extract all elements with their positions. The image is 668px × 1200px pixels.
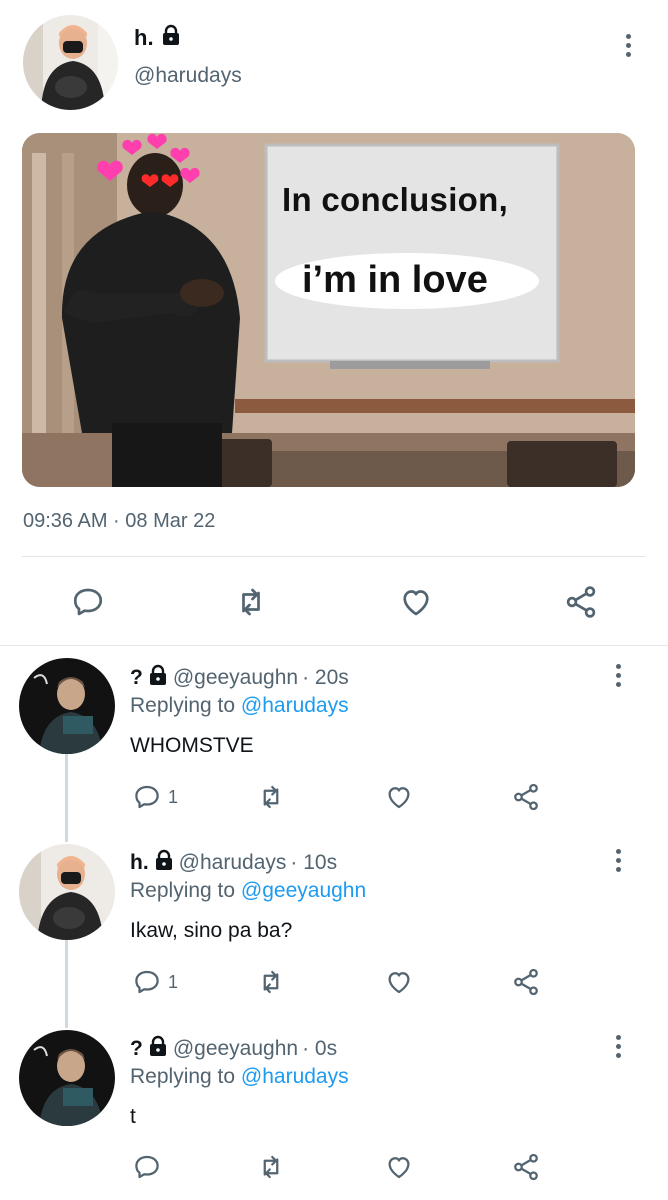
reply-avatar[interactable]	[19, 1030, 115, 1126]
share-button[interactable]	[510, 782, 542, 812]
like-icon	[398, 584, 434, 620]
like-icon	[384, 782, 414, 812]
like-button[interactable]	[398, 584, 434, 620]
reply-button[interactable]: 1	[132, 782, 178, 812]
share-icon	[510, 967, 542, 997]
lock-icon	[147, 664, 169, 692]
lock-icon	[153, 849, 175, 877]
retweet-button[interactable]	[255, 967, 287, 997]
more-options-icon[interactable]	[608, 1035, 628, 1058]
reply-header[interactable]: ? @geeyaughn · 0s	[130, 1035, 337, 1063]
replying-to-link[interactable]: @harudays	[241, 1065, 349, 1088]
reply-age: · 10s	[290, 851, 338, 874]
share-icon	[510, 1152, 542, 1182]
retweet-button[interactable]	[255, 1152, 287, 1182]
author-name[interactable]: h.	[134, 24, 182, 52]
like-button[interactable]	[384, 967, 414, 997]
author-avatar[interactable]	[23, 15, 118, 110]
reply-author-handle[interactable]: @harudays	[179, 851, 287, 875]
reply-text: t	[130, 1105, 136, 1128]
retweet-icon	[255, 782, 287, 812]
reply-count: 1	[168, 971, 179, 992]
retweet-button[interactable]	[255, 782, 287, 812]
reply-text: Ikaw, sino pa ba?	[130, 919, 293, 942]
reply-header[interactable]: h. @harudays · 10s	[130, 849, 337, 877]
meme-caption-line1: In conclusion,	[282, 181, 509, 218]
author-name-text[interactable]: h.	[134, 25, 154, 51]
retweet-button[interactable]	[232, 584, 270, 620]
reply-author-name[interactable]: ?	[130, 666, 143, 690]
reply-button[interactable]	[132, 1152, 168, 1182]
like-button[interactable]	[384, 1152, 414, 1182]
tweet-image[interactable]: In conclusion, i’m in love	[22, 133, 635, 487]
reply-author-name[interactable]: ?	[130, 1037, 143, 1061]
like-icon	[384, 1152, 414, 1182]
like-icon	[384, 967, 414, 997]
thread-connector	[65, 938, 68, 1028]
thread-connector	[65, 752, 68, 842]
lock-icon	[160, 24, 182, 52]
reply-author-handle[interactable]: @geeyaughn	[173, 666, 298, 690]
like-button[interactable]	[384, 782, 414, 812]
retweet-icon	[255, 1152, 287, 1182]
reply-avatar[interactable]	[19, 658, 115, 754]
lock-icon	[147, 1035, 169, 1063]
replying-to-link[interactable]: @geeyaughn	[241, 879, 366, 902]
reply-age: · 0s	[302, 1037, 338, 1060]
divider	[22, 556, 646, 557]
more-options-icon[interactable]	[618, 34, 638, 57]
reply-icon	[132, 1152, 162, 1182]
retweet-icon	[255, 967, 287, 997]
more-options-icon[interactable]	[608, 849, 628, 872]
reply-icon	[132, 782, 162, 812]
share-button[interactable]	[510, 967, 542, 997]
reply-button[interactable]: 1	[132, 967, 178, 997]
reply-text: WHOMSTVE	[130, 734, 254, 757]
meme-caption-line2: i’m in love	[302, 259, 488, 301]
reply-age: · 20s	[302, 666, 349, 689]
reply-author-name[interactable]: h.	[130, 851, 149, 875]
reply-author-handle[interactable]: @geeyaughn	[173, 1037, 298, 1061]
share-icon	[510, 782, 542, 812]
more-options-icon[interactable]	[608, 664, 628, 687]
share-button[interactable]	[562, 584, 600, 620]
divider	[0, 645, 668, 646]
replying-label: Replying to	[130, 694, 236, 717]
share-icon	[562, 584, 600, 620]
replying-label: Replying to	[130, 879, 236, 902]
replying-to: Replying to @harudays	[130, 1065, 349, 1089]
author-handle[interactable]: @harudays	[134, 64, 242, 88]
reply-icon	[70, 584, 106, 620]
replying-label: Replying to	[130, 1065, 236, 1088]
reply-header[interactable]: ? @geeyaughn · 20s	[130, 664, 349, 692]
reply-icon	[132, 967, 162, 997]
share-button[interactable]	[510, 1152, 542, 1182]
replying-to-link[interactable]: @harudays	[241, 694, 349, 717]
replying-to: Replying to @harudays	[130, 694, 349, 718]
reply-avatar[interactable]	[19, 844, 115, 940]
reply-count: 1	[168, 786, 179, 807]
tweet-timestamp[interactable]: 09:36 AM · 08 Mar 22	[23, 510, 215, 533]
retweet-icon	[232, 584, 270, 620]
reply-button[interactable]	[70, 584, 106, 620]
replying-to: Replying to @geeyaughn	[130, 879, 366, 903]
